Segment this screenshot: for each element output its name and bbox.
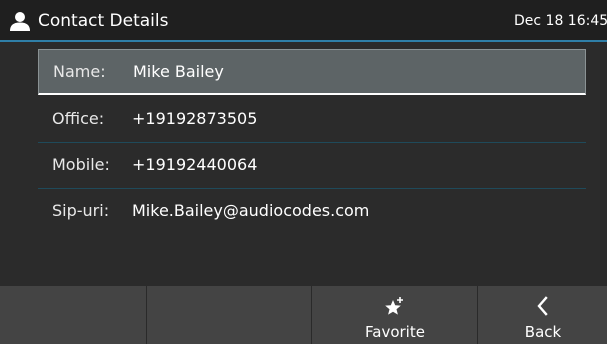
softkey-2-empty[interactable] — [148, 286, 312, 344]
header-bar: Contact Details Dec 18 16:45 — [0, 0, 607, 42]
star-plus-icon — [385, 297, 403, 315]
field-label: Mobile: — [52, 155, 110, 174]
back-button[interactable]: Back — [479, 286, 607, 344]
field-value: +19192873505 — [132, 109, 258, 128]
page-title: Contact Details — [38, 11, 169, 31]
contact-field-name[interactable]: Name: Mike Bailey — [38, 49, 586, 95]
softkey-bar: Favorite Back — [0, 286, 607, 344]
back-label: Back — [524, 323, 562, 341]
contact-details-list: Name: Mike Bailey Office: +19192873505 M… — [0, 42, 607, 286]
status-datetime: Dec 18 16:45 — [514, 13, 607, 29]
field-value: Mike.Bailey@audiocodes.com — [132, 201, 370, 220]
favorite-label: Favorite — [365, 323, 425, 341]
field-value: Mike Bailey — [133, 62, 224, 81]
softkey-1-empty[interactable] — [0, 286, 147, 344]
chevron-left-icon — [537, 296, 548, 316]
field-value: +19192440064 — [132, 155, 258, 174]
field-label: Name: — [53, 62, 106, 81]
field-label: Sip-uri: — [52, 201, 110, 220]
favorite-button[interactable]: Favorite — [313, 286, 478, 344]
field-label: Office: — [52, 109, 105, 128]
contact-field-mobile[interactable]: Mobile: +19192440064 — [38, 143, 586, 189]
contact-field-sip-uri[interactable]: Sip-uri: Mike.Bailey@audiocodes.com — [38, 189, 586, 235]
person-icon — [10, 12, 30, 31]
contact-field-office[interactable]: Office: +19192873505 — [38, 97, 586, 143]
